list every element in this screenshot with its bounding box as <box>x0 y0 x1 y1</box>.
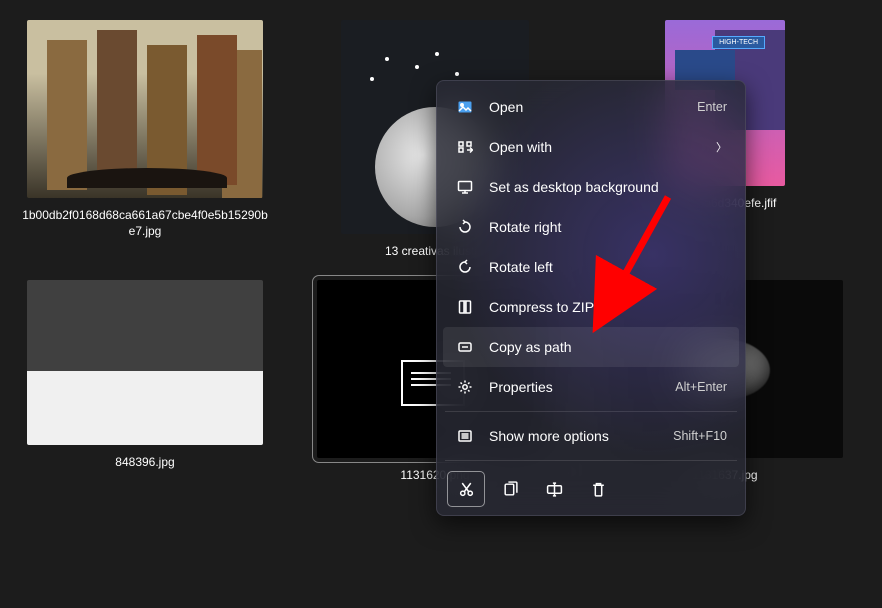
context-menu: Open Enter Open with 〉 Set as desktop ba… <box>436 80 746 516</box>
rename-icon <box>546 481 563 498</box>
menu-open-with[interactable]: Open with 〉 <box>443 127 739 167</box>
menu-label: Rotate left <box>489 259 727 275</box>
menu-label: Open with <box>489 139 716 155</box>
menu-rotate-left[interactable]: Rotate left <box>443 247 739 287</box>
properties-icon <box>455 379 475 395</box>
menu-label: Set as desktop background <box>489 179 727 195</box>
menu-show-more[interactable]: Show more options Shift+F10 <box>443 416 739 456</box>
menu-accelerator: Alt+Enter <box>675 380 727 394</box>
show-more-icon <box>455 428 475 444</box>
file-name: 1b00db2f0168d68ca661a67cbe4f0e5b15290be7… <box>20 208 270 239</box>
action-bar <box>443 465 739 509</box>
menu-properties[interactable]: Properties Alt+Enter <box>443 367 739 407</box>
thumbnail[interactable] <box>27 20 263 198</box>
delete-icon <box>590 481 607 498</box>
menu-accelerator: Enter <box>697 100 727 114</box>
copy-path-icon <box>455 339 475 355</box>
file-item[interactable]: 1b00db2f0168d68ca661a67cbe4f0e5b15290be7… <box>20 20 270 260</box>
desktop-icon <box>455 179 475 195</box>
zip-icon <box>455 299 475 315</box>
file-item[interactable]: 848396.jpg <box>20 280 270 484</box>
menu-label: Show more options <box>489 428 673 444</box>
copy-icon <box>502 481 519 498</box>
file-name: 848396.jpg <box>115 455 174 471</box>
image-icon <box>455 99 475 115</box>
rename-button[interactable] <box>535 471 573 507</box>
open-with-icon <box>455 139 475 155</box>
menu-label: Properties <box>489 379 675 395</box>
menu-set-background[interactable]: Set as desktop background <box>443 167 739 207</box>
menu-compress-zip[interactable]: Compress to ZIP file <box>443 287 739 327</box>
delete-button[interactable] <box>579 471 617 507</box>
menu-accelerator: Shift+F10 <box>673 429 727 443</box>
chevron-right-icon: 〉 <box>716 139 727 155</box>
menu-open[interactable]: Open Enter <box>443 87 739 127</box>
rotate-right-icon <box>455 219 475 235</box>
copy-button[interactable] <box>491 471 529 507</box>
menu-label: Compress to ZIP file <box>489 299 727 315</box>
menu-rotate-right[interactable]: Rotate right <box>443 207 739 247</box>
menu-label: Copy as path <box>489 339 727 355</box>
rotate-left-icon <box>455 259 475 275</box>
menu-separator <box>445 460 737 461</box>
menu-separator <box>445 411 737 412</box>
menu-label: Open <box>489 99 697 115</box>
menu-label: Rotate right <box>489 219 727 235</box>
menu-copy-as-path[interactable]: Copy as path <box>443 327 739 367</box>
cut-icon <box>458 481 475 498</box>
thumbnail[interactable] <box>27 280 263 445</box>
cut-button[interactable] <box>447 471 485 507</box>
